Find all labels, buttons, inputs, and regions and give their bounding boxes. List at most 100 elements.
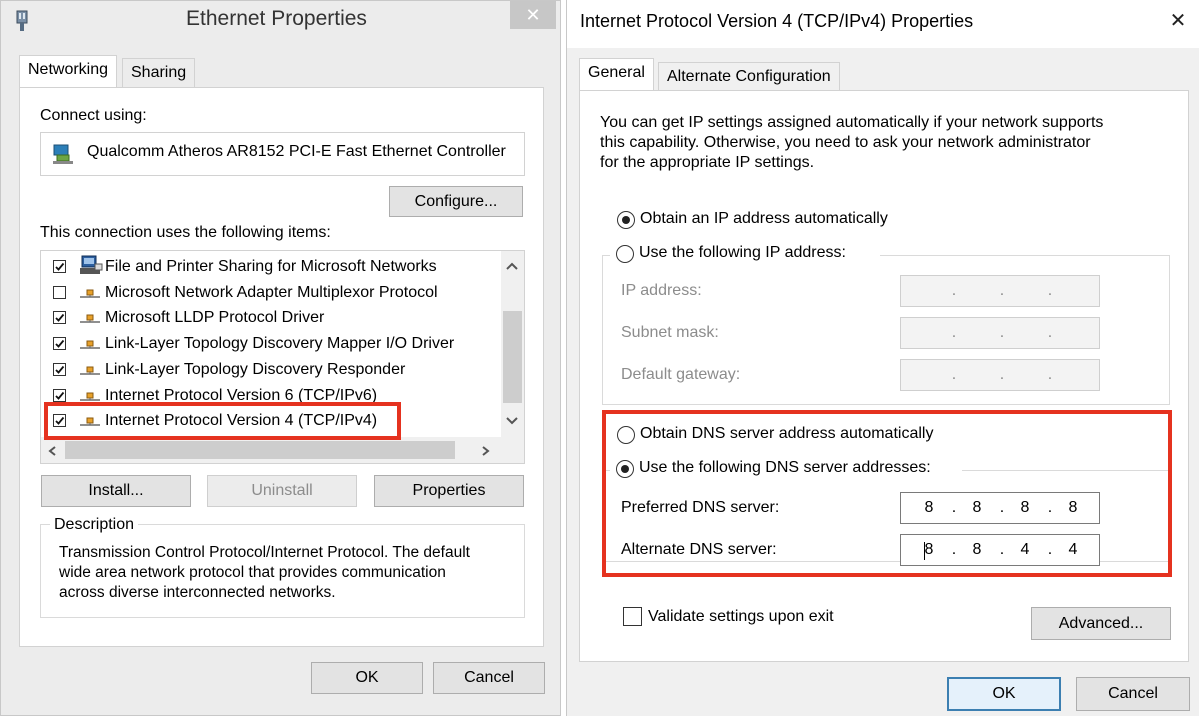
tab-networking-label: Networking — [28, 61, 109, 78]
tab-general-label: General — [588, 64, 645, 81]
close-button[interactable]: ✕ — [1163, 6, 1193, 36]
ip-address-field[interactable]: . . . — [900, 275, 1100, 307]
tab-alternate-configuration[interactable]: Alternate Configuration — [658, 62, 840, 92]
item-label: Link-Layer Topology Discovery Responder — [105, 360, 406, 378]
tab-sharing-label: Sharing — [131, 64, 187, 81]
item-label: Microsoft Network Adapter Multiplexor Pr… — [105, 283, 438, 301]
close-button[interactable]: ✕ — [510, 1, 556, 29]
cancel-button-label: Cancel — [1108, 685, 1158, 702]
default-gateway-field[interactable]: . . . — [900, 359, 1100, 391]
advanced-button[interactable]: Advanced... — [1031, 607, 1171, 640]
ipv4-properties-window: Internet Protocol Version 4 (TCP/IPv4) P… — [566, 0, 1199, 716]
scroll-down-icon[interactable] — [505, 414, 519, 426]
uninstall-button-label: Uninstall — [251, 482, 313, 499]
obtain-ip-auto-radio[interactable] — [617, 211, 635, 229]
tab-sharing[interactable]: Sharing — [122, 58, 196, 88]
items-label: This connection uses the following items… — [40, 224, 331, 241]
octet-separator: . — [951, 366, 957, 383]
ok-button[interactable]: OK — [311, 662, 423, 694]
item-checkbox[interactable] — [53, 285, 66, 299]
network-adapter-icon — [15, 9, 29, 33]
ok-button-label: OK — [355, 669, 379, 686]
properties-button[interactable]: Properties — [374, 475, 524, 507]
item-checkbox[interactable] — [53, 362, 66, 376]
scroll-thumb[interactable] — [503, 311, 522, 403]
protocol-icon — [79, 338, 101, 350]
protocol-icon — [79, 312, 101, 324]
list-item[interactable]: Link-Layer Topology Discovery Mapper I/O… — [41, 332, 501, 358]
item-label: Link-Layer Topology Discovery Mapper I/O… — [105, 335, 455, 353]
install-button-label: Install... — [88, 482, 144, 499]
ok-button-label: OK — [992, 685, 1016, 702]
protocol-icon — [79, 287, 101, 299]
ethernet-properties-window: Ethernet Properties ✕ Networking Sharing… — [0, 0, 561, 716]
default-gateway-label: Default gateway: — [621, 366, 741, 383]
item-label: Microsoft LLDP Protocol Driver — [105, 309, 325, 327]
octet-separator: . — [951, 282, 957, 299]
tab-general[interactable]: General — [579, 58, 654, 91]
octet-separator: . — [1047, 366, 1053, 383]
use-following-ip-radio[interactable] — [616, 245, 634, 263]
ip-address-label: IP address: — [621, 282, 702, 299]
network-card-icon — [51, 142, 75, 166]
window-title: Internet Protocol Version 4 (TCP/IPv4) P… — [580, 11, 974, 31]
item-label: File and Printer Sharing for Microsoft N… — [105, 258, 437, 275]
validate-label[interactable]: Validate settings upon exit — [648, 608, 834, 626]
tab-networking[interactable]: Networking — [19, 55, 118, 88]
install-button[interactable]: Install... — [41, 475, 191, 507]
octet-separator: . — [999, 366, 1005, 383]
cancel-button[interactable]: Cancel — [433, 662, 545, 694]
radio-selected-dot — [622, 216, 630, 224]
protocol-icon — [79, 364, 101, 376]
octet-separator: . — [1047, 324, 1053, 341]
octet-separator: . — [1047, 282, 1053, 299]
list-item[interactable]: Microsoft Network Adapter Multiplexor Pr… — [41, 281, 501, 307]
cancel-button-label: Cancel — [464, 669, 514, 686]
description-text: Transmission Control Protocol/Internet P… — [59, 543, 470, 603]
scroll-h-thumb[interactable] — [65, 441, 455, 459]
connect-using-label: Connect using: — [40, 107, 147, 124]
tab-alternate-label: Alternate Configuration — [667, 68, 831, 85]
use-following-ip-label[interactable]: Use the following IP address: — [639, 244, 846, 262]
configure-button-label: Configure... — [414, 193, 498, 210]
uninstall-button[interactable]: Uninstall — [207, 475, 357, 507]
scroll-up-icon[interactable] — [505, 259, 519, 271]
scroll-left-icon[interactable] — [47, 444, 59, 456]
scroll-right-icon[interactable] — [479, 444, 491, 456]
list-item[interactable]: Link-Layer Topology Discovery Responder — [41, 358, 501, 384]
close-icon: ✕ — [525, 5, 541, 25]
properties-button-label: Properties — [412, 482, 486, 499]
intro-line: for the appropriate IP settings. — [600, 154, 815, 171]
cancel-button[interactable]: Cancel — [1076, 677, 1190, 711]
list-item[interactable]: Microsoft LLDP Protocol Driver — [41, 306, 501, 332]
window-title: Ethernet Properties — [186, 7, 367, 30]
advanced-button-label: Advanced... — [1058, 615, 1144, 632]
intro-text: You can get IP settings assigned automat… — [600, 113, 1103, 173]
configure-button[interactable]: Configure... — [389, 186, 523, 217]
item-checkbox[interactable] — [53, 337, 66, 351]
close-icon: ✕ — [1169, 10, 1187, 32]
octet-separator: . — [951, 324, 957, 341]
protocol-icon — [79, 390, 101, 402]
intro-line: You can get IP settings assigned automat… — [600, 114, 1104, 131]
adapter-name: Qualcomm Atheros AR8152 PCI-E Fast Ether… — [87, 143, 506, 160]
validate-checkbox[interactable] — [623, 607, 642, 626]
item-checkbox[interactable] — [53, 311, 66, 325]
octet-separator: . — [999, 282, 1005, 299]
networking-tab-panel: Connect using: Qualcomm Atheros AR8152 P… — [19, 87, 544, 647]
item-checkbox[interactable] — [53, 388, 66, 402]
ipv4-item-highlight — [44, 402, 401, 440]
use-following-ip-row: Use the following IP address: — [610, 243, 880, 267]
printer-sharing-icon — [79, 255, 103, 277]
vertical-scrollbar[interactable] — [501, 251, 524, 437]
ok-button[interactable]: OK — [947, 677, 1061, 711]
description-line: wide area network protocol that provides… — [59, 564, 446, 581]
list-item[interactable]: File and Printer Sharing for Microsoft N… — [41, 255, 501, 281]
dns-section-highlight — [602, 410, 1172, 577]
obtain-ip-auto-label[interactable]: Obtain an IP address automatically — [640, 210, 888, 228]
description-line: across diverse interconnected networks. — [59, 584, 336, 601]
item-checkbox[interactable] — [53, 260, 66, 273]
horizontal-scrollbar[interactable] — [41, 437, 524, 463]
subnet-mask-field[interactable]: . . . — [900, 317, 1100, 349]
intro-line: this capability. Otherwise, you need to … — [600, 134, 1091, 151]
